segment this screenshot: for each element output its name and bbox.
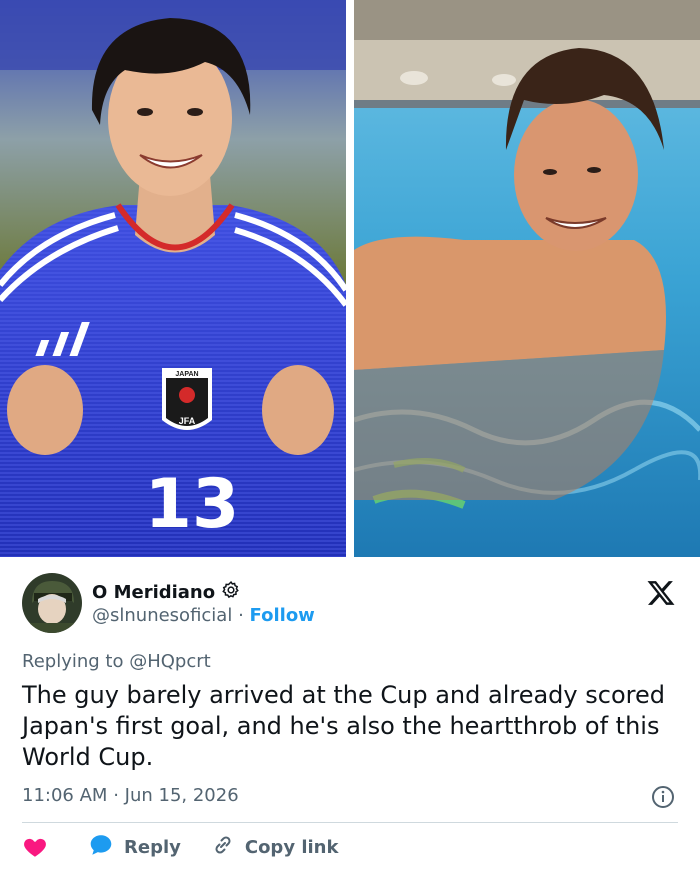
author-name-row: O Meridiano xyxy=(92,580,241,604)
gear-icon xyxy=(221,580,241,604)
replying-prefix: Replying to xyxy=(22,651,124,672)
tweet-date: Jun 15, 2026 xyxy=(124,785,239,806)
avatar[interactable] xyxy=(22,573,82,633)
copy-link-label: Copy link xyxy=(244,836,339,858)
replying-to-line: Replying to @HQpcrt xyxy=(22,651,211,672)
reply-button[interactable]: Reply xyxy=(88,832,181,863)
tweet-actions: Reply Copy link xyxy=(22,833,338,861)
player-jersey-photo[interactable]: JAPAN JFA 13 xyxy=(0,0,346,557)
reply-bubble-icon xyxy=(88,832,114,863)
reply-label: Reply xyxy=(124,836,181,858)
info-icon[interactable] xyxy=(651,785,675,809)
photo-collage: JAPAN JFA 13 xyxy=(0,0,700,557)
copy-link-button[interactable]: Copy link xyxy=(211,833,339,862)
tweet-time: 11:06 AM xyxy=(22,785,108,806)
jersey-crest-text: JFA xyxy=(179,416,196,426)
pool-selfie-photo[interactable] xyxy=(354,0,700,557)
handle-separator: · xyxy=(238,605,244,626)
follow-button[interactable]: Follow xyxy=(250,605,315,626)
x-logo-icon[interactable] xyxy=(646,578,676,608)
link-icon xyxy=(211,833,235,862)
heart-icon[interactable] xyxy=(22,834,48,860)
timestamp-separator: · xyxy=(113,785,119,806)
avatar-image xyxy=(22,573,82,633)
author-handle-row: @slnunesoficial · Follow xyxy=(92,605,315,626)
author-display-name[interactable]: O Meridiano xyxy=(92,582,215,603)
action-divider xyxy=(22,822,678,823)
tweet-text: The guy barely arrived at the Cup and al… xyxy=(22,681,665,771)
tweet-timestamp[interactable]: 11:06 AM · Jun 15, 2026 xyxy=(22,785,239,806)
jersey-number: 13 xyxy=(145,465,240,544)
jersey-japan-text: JAPAN xyxy=(175,371,198,378)
replying-to-mention[interactable]: @HQpcrt xyxy=(129,651,210,672)
author-handle[interactable]: @slnunesoficial xyxy=(92,605,232,626)
